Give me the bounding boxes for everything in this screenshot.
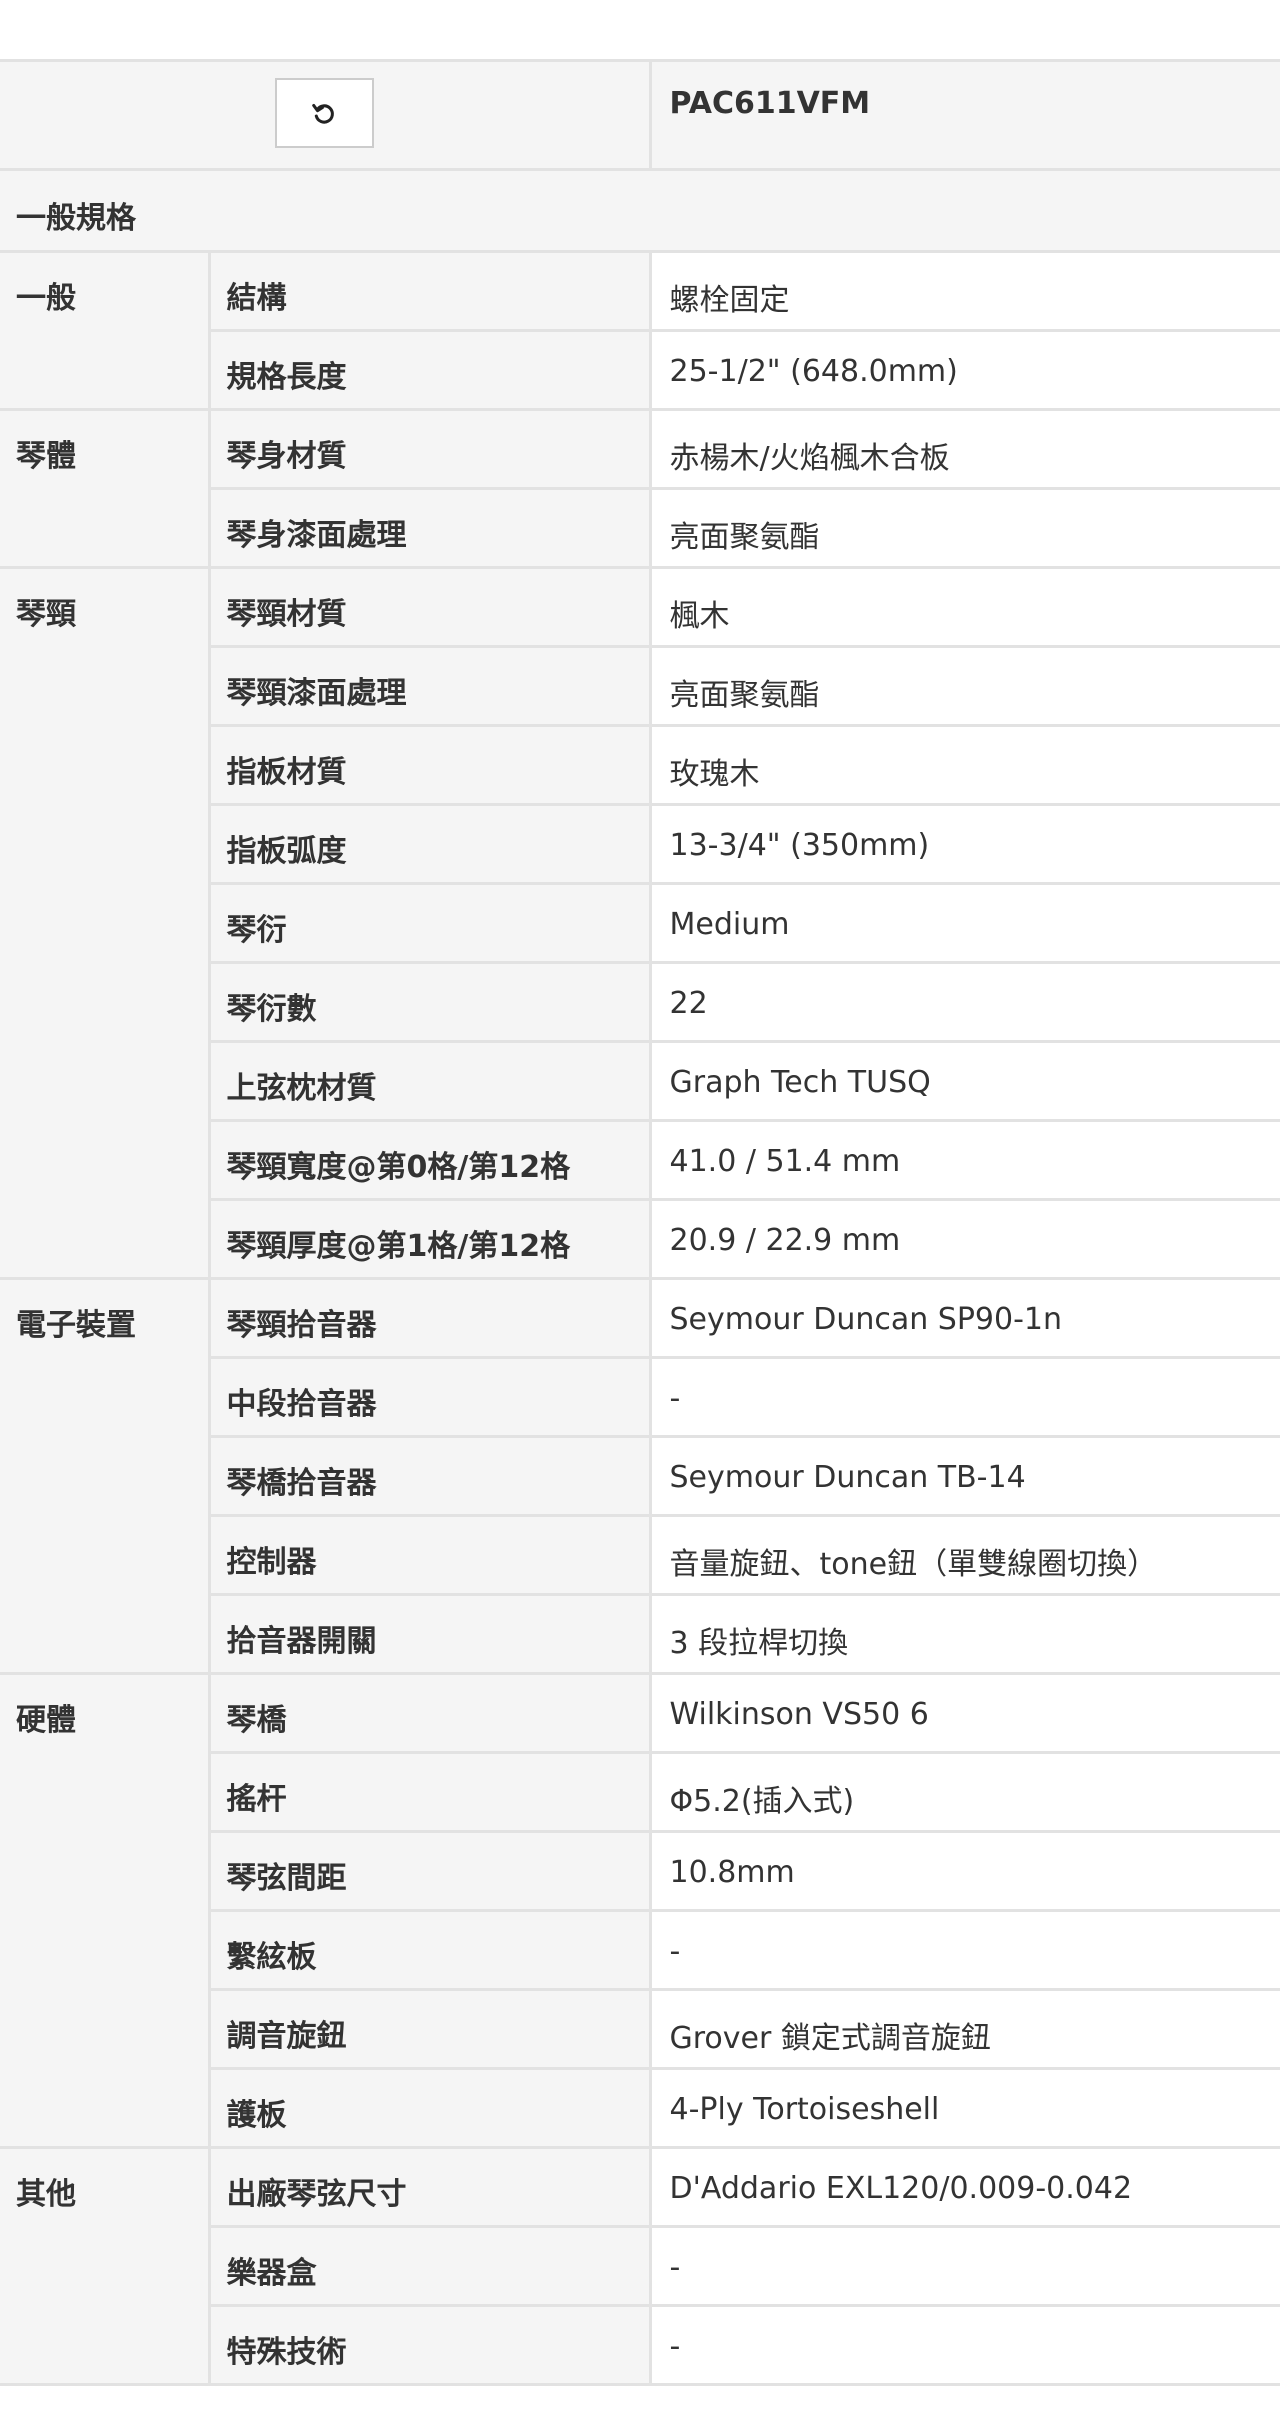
spec-group-name: 其他	[0, 2146, 211, 2386]
spec-value: -	[650, 1909, 1280, 1991]
spec-value: -	[650, 2225, 1280, 2307]
section-header-row: 一般規格	[0, 168, 1280, 253]
reset-icon	[312, 104, 335, 124]
spec-value: 音量旋鈕、tone鈕（單雙線圈切換）	[650, 1514, 1280, 1596]
spec-value: 22	[650, 961, 1280, 1043]
spec-label: 指板材質	[209, 724, 652, 806]
spec-value: 螺栓固定	[650, 250, 1280, 332]
spec-label: 琴身材質	[209, 408, 652, 490]
spec-table-body: PAC611VFM 一般規格 一般 結構 螺栓固定 規格長度 25-1/2" (648.…	[0, 59, 1280, 2386]
spec-label: 中段拾音器	[209, 1356, 652, 1438]
spec-label: 琴衍數	[209, 961, 652, 1043]
spec-label: 琴身漆面處理	[209, 487, 652, 569]
spec-value: 楓木	[650, 566, 1280, 648]
spec-label: 琴頸寬度@第0格/第12格	[209, 1119, 652, 1201]
spec-group-name: 一般	[0, 250, 211, 411]
spec-value: 20.9 / 22.9 mm	[650, 1198, 1280, 1280]
spec-row: 電子裝置 琴頸拾音器 Seymour Duncan SP90-1n	[0, 1277, 1280, 1675]
spec-label: 琴頸厚度@第1格/第12格	[209, 1198, 652, 1280]
spec-label: 搖杆	[209, 1751, 652, 1833]
reset-button[interactable]	[274, 78, 374, 148]
spec-value: Seymour Duncan SP90-1n	[650, 1277, 1280, 1359]
spec-group-name: 琴頸	[0, 566, 211, 1280]
spec-value: 25-1/2" (648.0mm)	[650, 329, 1280, 411]
spec-value: Graph Tech TUSQ	[650, 1040, 1280, 1122]
spec-row: 硬體 琴橋 Wilkinson VS50 6	[0, 1672, 1280, 2149]
spec-value: Wilkinson VS50 6	[650, 1672, 1280, 1754]
spec-value: 亮面聚氨酯	[650, 487, 1280, 569]
spec-label: 琴頸拾音器	[209, 1277, 652, 1359]
spec-table-wrapper: PAC611VFM 一般規格 一般 結構 螺栓固定 規格長度 25-1/2" (648.…	[0, 59, 1280, 2386]
spec-value: D'Addario EXL120/0.009-0.042	[650, 2146, 1280, 2228]
table-header-row: PAC611VFM	[0, 59, 1280, 171]
spec-label: 琴弦間距	[209, 1830, 652, 1912]
spec-label: 特殊技術	[209, 2304, 652, 2386]
reset-cell	[0, 59, 652, 171]
spec-value: Medium	[650, 882, 1280, 964]
spec-value: Φ5.2(插入式)	[650, 1751, 1280, 1833]
spec-row: 一般 結構 螺栓固定	[0, 250, 1280, 411]
spec-row: 其他 出廠琴弦尺寸 D'Addario EXL120/0.009-0.042	[0, 2146, 1280, 2386]
spec-value: -	[650, 1356, 1280, 1438]
spec-value: 41.0 / 51.4 mm	[650, 1119, 1280, 1201]
spec-group-name: 硬體	[0, 1672, 211, 2149]
spec-label: 琴頸材質	[209, 566, 652, 648]
spec-label: 琴橋	[209, 1672, 652, 1754]
spec-value: Grover 鎖定式調音旋鈕	[650, 1988, 1280, 2070]
spec-label: 琴衍	[209, 882, 652, 964]
spec-group-name: 電子裝置	[0, 1277, 211, 1675]
spec-value: 3 段拉桿切換	[650, 1593, 1280, 1675]
spec-group-name: 琴體	[0, 408, 211, 569]
spec-label: 琴頸漆面處理	[209, 645, 652, 727]
spec-table: PAC611VFM 一般規格 一般 結構 螺栓固定 規格長度 25-1/2" (648.…	[0, 59, 1280, 2386]
spec-value: 10.8mm	[650, 1830, 1280, 1912]
spec-value: Seymour Duncan TB-14	[650, 1435, 1280, 1517]
spec-value: 玫瑰木	[650, 724, 1280, 806]
spec-label: 上弦枕材質	[209, 1040, 652, 1122]
spec-label: 調音旋鈕	[209, 1988, 652, 2070]
spec-label: 控制器	[209, 1514, 652, 1596]
spec-value: 亮面聚氨酯	[650, 645, 1280, 727]
spec-label: 規格長度	[209, 329, 652, 411]
spec-value: 赤楊木/火焰楓木合板	[650, 408, 1280, 490]
spec-value: 13-3/4" (350mm)	[650, 803, 1280, 885]
spec-row: 琴頸 琴頸材質 楓木	[0, 566, 1280, 1280]
spec-value: -	[650, 2304, 1280, 2386]
spec-value: 4-Ply Tortoiseshell	[650, 2067, 1280, 2149]
spec-label: 繫絃板	[209, 1909, 652, 1991]
spec-label: 護板	[209, 2067, 652, 2149]
spec-label: 指板弧度	[209, 803, 652, 885]
spec-row: 琴體 琴身材質 赤楊木/火焰楓木合板	[0, 408, 1280, 569]
spec-label: 琴橋拾音器	[209, 1435, 652, 1517]
model-name: PAC611VFM	[650, 59, 1280, 171]
spec-label: 拾音器開關	[209, 1593, 652, 1675]
spec-label: 樂器盒	[209, 2225, 652, 2307]
spec-label: 出廠琴弦尺寸	[209, 2146, 652, 2228]
section-title: 一般規格	[0, 168, 1280, 253]
spec-label: 結構	[209, 250, 652, 332]
